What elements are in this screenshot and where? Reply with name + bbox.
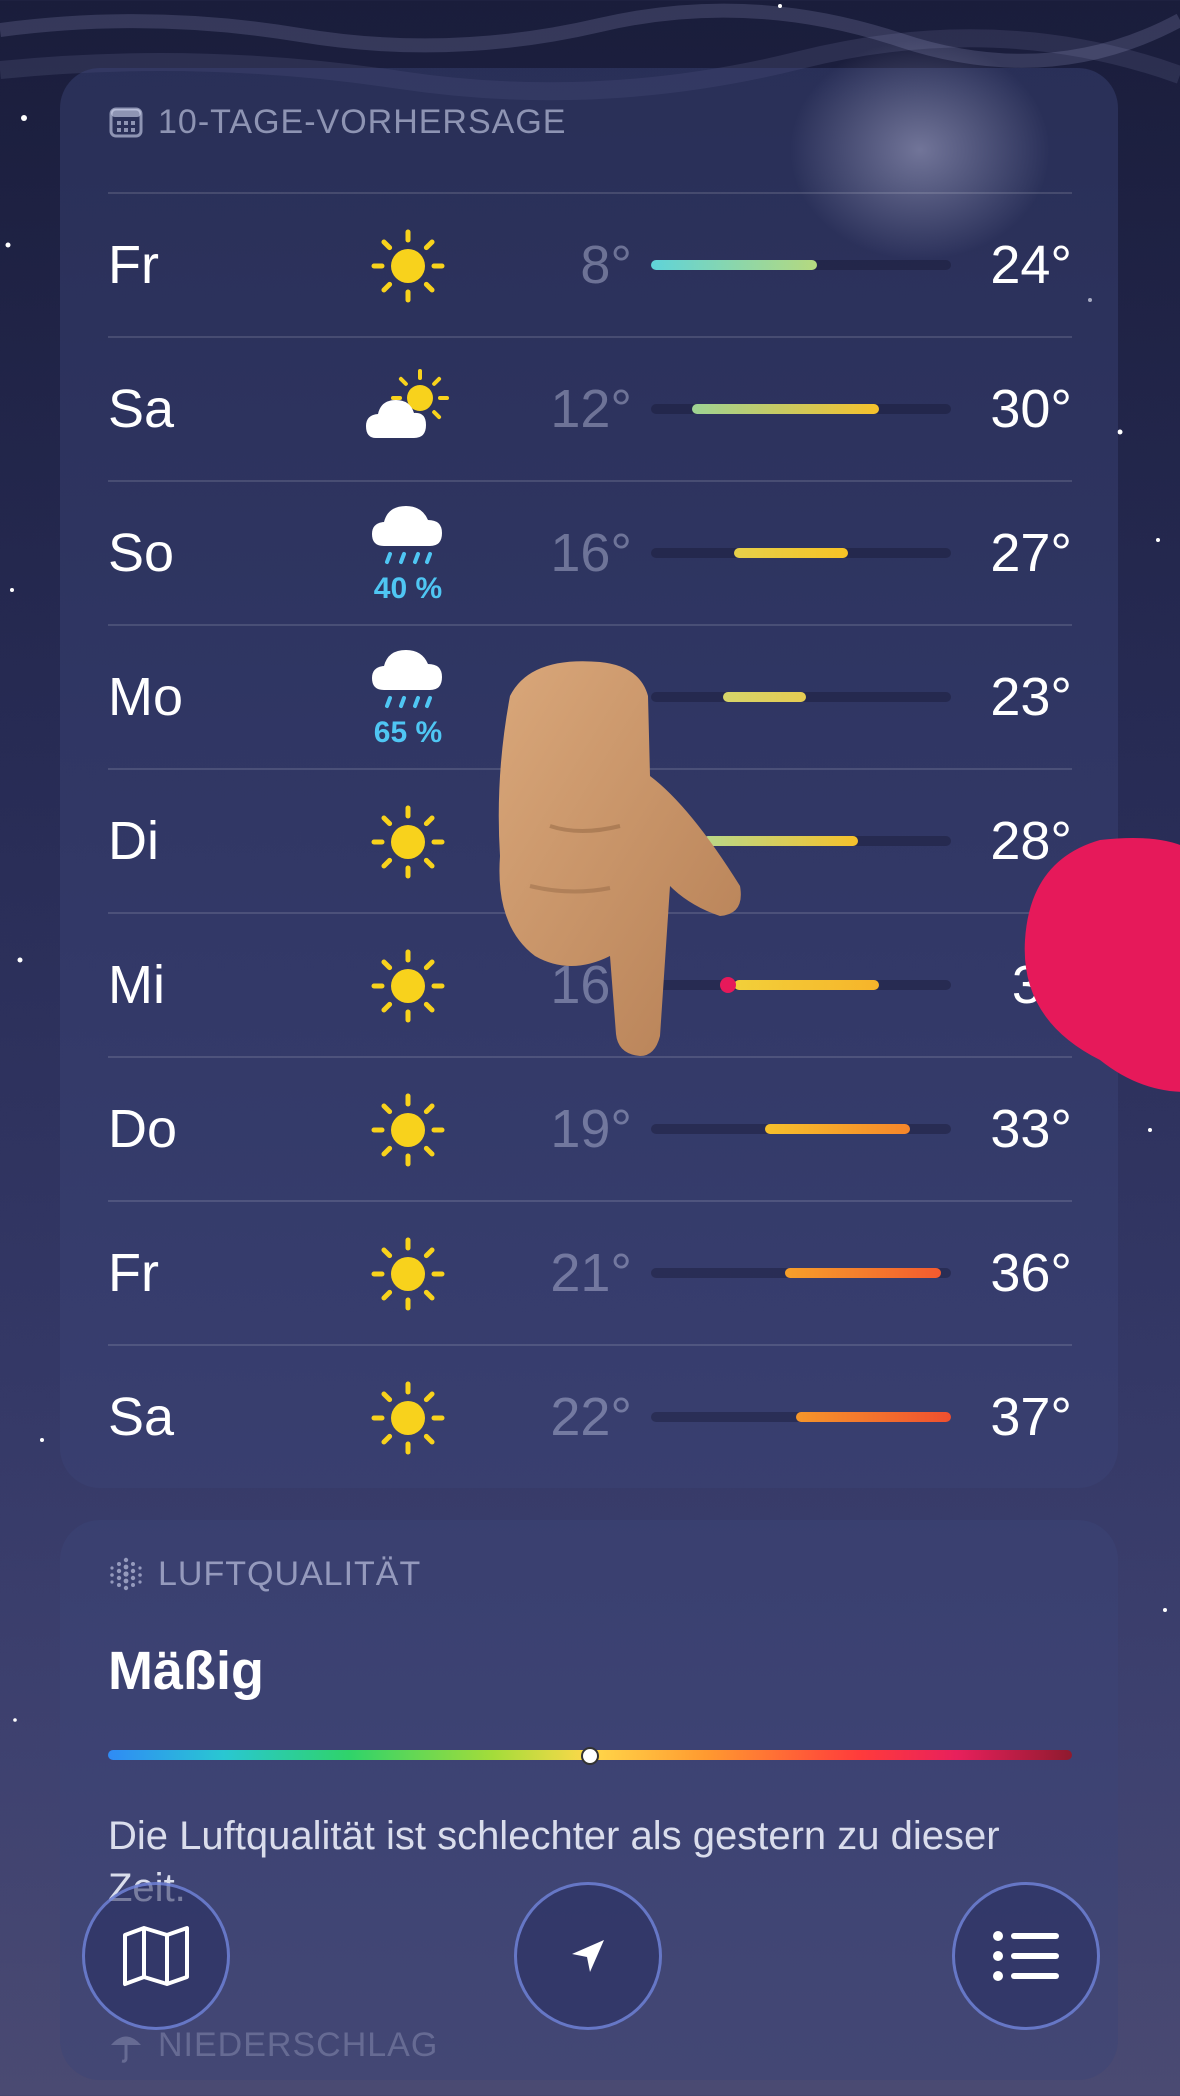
high-temperature: 24° [990,235,1072,295]
forecast-row[interactable]: Fr 21° 36° [108,1200,1072,1344]
forecast-header: 10-TAGE-VORHERSAGE [108,102,566,142]
precipitation-chance: 40 % [373,572,443,605]
day-label: Mo [108,667,184,727]
high-temperature: 36° [990,1243,1072,1303]
sun-icon [358,1224,458,1324]
precipitation-chance: 65 % [373,716,443,749]
air-quality-icon [110,1557,142,1591]
low-temperature: 21° [550,1243,632,1303]
day-label: Sa [108,1387,175,1447]
temperature-range-bar [692,404,879,414]
temperature-range-bar [733,548,848,558]
air-quality-header-label: LUFTQUALITÄT [158,1554,422,1593]
temperature-range-bar [651,260,817,270]
precipitation-header-label: NIEDERSCHLAG [158,2026,439,2064]
day-label: So [108,523,175,583]
day-label: Mi [108,955,165,1015]
temperature-range-track [651,260,951,270]
high-temperature: 30° [990,379,1072,439]
air-quality-level: Mäßig [108,1641,264,1701]
calendar-icon [109,107,143,138]
sun-icon [358,1080,458,1180]
forecast-row[interactable]: Sa 12° 30° [108,336,1072,480]
temperature-range-track [651,404,951,414]
low-temperature: 22° [550,1387,632,1447]
temperature-range-bar [733,980,879,990]
day-label: Di [108,811,159,871]
location-arrow-icon [572,1940,604,1972]
air-quality-header: LUFTQUALITÄT [108,1554,421,1594]
forecast-row[interactable]: Do 19° 33° [108,1056,1072,1200]
day-label: Sa [108,379,175,439]
high-temperature: 23° [990,667,1072,727]
map-button[interactable] [82,1882,230,2030]
low-temperature: 12° [550,379,632,439]
low-temperature: 8° [580,235,632,295]
low-temperature: 19° [550,1099,632,1159]
map-icon [123,1926,189,1986]
forecast-row[interactable]: Fr 8° 24° [108,192,1072,336]
temperature-range-track [651,1412,951,1422]
partly-cloudy-icon [358,360,458,460]
precipitation-header: NIEDERSCHLAG [108,2026,438,2065]
day-label: Fr [108,235,159,295]
forecast-header-label: 10-TAGE-VORHERSAGE [158,102,567,141]
pointing-hand-icon [498,661,741,1056]
temperature-range-track [651,1268,951,1278]
list-icon [993,1931,1059,1981]
sun-icon [358,936,458,1036]
forecast-row[interactable]: So 40 % 16° 27° [108,480,1072,624]
temperature-range-bar [764,1124,910,1134]
red-blob-decoration [1024,838,1180,1092]
day-label: Fr [108,1243,159,1303]
current-location-button[interactable] [514,1882,662,2030]
high-temperature: 37° [990,1387,1072,1447]
high-temperature: 27° [990,523,1072,583]
sun-icon [358,1368,458,1468]
forecast-row[interactable]: Sa 22° 37° [108,1344,1072,1488]
temperature-range-bar [785,1268,941,1278]
temperature-range-track [651,1124,951,1134]
umbrella-icon [111,2036,141,2063]
temperature-range-track [651,548,951,558]
sun-icon [358,216,458,316]
day-label: Do [108,1099,178,1159]
sun-icon [358,792,458,892]
low-temperature: 16° [550,523,632,583]
temperature-range-bar [795,1412,951,1422]
air-quality-indicator [581,1747,599,1765]
location-list-button[interactable] [952,1882,1100,2030]
high-temperature: 33° [990,1099,1072,1159]
